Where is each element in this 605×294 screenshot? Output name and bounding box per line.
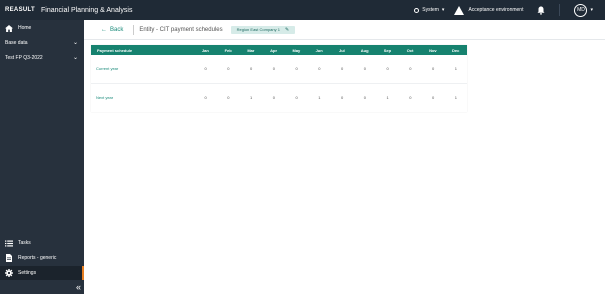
page-title: Entity - CIT payment schedules: [139, 26, 223, 33]
caret-down-icon: ▾: [441, 7, 445, 13]
cell-value[interactable]: 0: [353, 83, 376, 111]
page-header: ← Back Entity - CIT payment schedules Re…: [84, 20, 605, 40]
column-header-jun: Jun: [315, 47, 323, 53]
cell-value[interactable]: 0: [240, 55, 263, 83]
column-header-apr: Apr: [270, 47, 278, 53]
cell-value[interactable]: 0: [285, 55, 308, 83]
column-header-may: May: [292, 47, 301, 53]
column-header-aug: Aug: [360, 47, 369, 53]
chevron-down-icon: ⌄: [72, 55, 78, 61]
column-header-dec: Dec: [451, 47, 460, 53]
row-label-next-year[interactable]: Next year: [91, 83, 194, 111]
chevron-down-icon: ⌄: [72, 40, 78, 46]
column-header-sep: Sep: [383, 47, 392, 53]
cell-value[interactable]: 0: [331, 83, 354, 111]
bell-icon: [537, 6, 545, 15]
cell-value[interactable]: 0: [422, 83, 445, 111]
sidebar-item-test-fp-q3-2022[interactable]: Test FP Q3-2022 ⌄: [0, 51, 84, 65]
cell-value[interactable]: 0: [399, 55, 422, 83]
cell-value[interactable]: 0: [217, 83, 240, 111]
sidebar-item-settings[interactable]: Settings: [0, 266, 84, 280]
column-header-jan: Jan: [201, 47, 209, 53]
back-button[interactable]: ← Back: [101, 27, 123, 33]
column-header-feb: Feb: [224, 47, 232, 53]
cell-value[interactable]: 1: [444, 83, 467, 111]
column-header-jul: Jul: [338, 47, 345, 53]
table-row: Current year 0 0 0 0 0 0 0 0 0 0 0 1: [91, 55, 467, 83]
sidebar-item-label: Settings: [18, 270, 37, 276]
list-icon: [5, 239, 13, 247]
app-title: Financial Planning & Analysis: [41, 6, 133, 14]
home-icon: [5, 24, 13, 32]
collapse-sidebar-button[interactable]: «: [76, 282, 81, 292]
column-header-mar: Mar: [247, 47, 255, 53]
caret-down-icon[interactable]: ▾: [590, 7, 593, 13]
table-row: Next year 0 0 1 0 0 1 0 0 1 0 0 1: [91, 83, 467, 111]
divider: [559, 4, 561, 16]
row-label-current-year[interactable]: Current year: [91, 55, 194, 83]
sidebar-item-label: Test FP Q3-2022: [5, 55, 43, 61]
cell-value[interactable]: 0: [331, 55, 354, 83]
table-header-row: Payment schedule Jan Feb Mar Apr May Jun…: [91, 45, 467, 55]
top-right-controls: System ▾ Acceptance environment MD ▾: [414, 0, 605, 20]
cell-value[interactable]: 0: [422, 55, 445, 83]
cell-value[interactable]: 1: [376, 83, 399, 111]
cell-value[interactable]: 1: [444, 55, 467, 83]
back-label: Back: [110, 26, 124, 33]
entity-label: Region East Company 1: [236, 27, 280, 32]
avatar[interactable]: MD: [574, 3, 588, 17]
sidebar-item-tasks[interactable]: Tasks: [0, 236, 84, 250]
environment-indicator: Acceptance environment: [454, 5, 524, 15]
cell-value[interactable]: 0: [262, 83, 285, 111]
cell-value[interactable]: 1: [240, 83, 263, 111]
document-icon: [5, 254, 13, 262]
sidebar-item-label: Home: [18, 25, 32, 31]
cell-value[interactable]: 0: [376, 55, 399, 83]
sidebar-item-label: Reports - generic: [18, 255, 57, 261]
cell-value[interactable]: 0: [353, 55, 376, 83]
cell-value[interactable]: 0: [262, 55, 285, 83]
column-header-oct: Oct: [406, 47, 414, 53]
cell-value[interactable]: 0: [399, 83, 422, 111]
system-label: System: [422, 7, 439, 13]
top-bar: REASULT Financial Planning & Analysis Sy…: [0, 0, 605, 20]
sidebar: Home Base data ⌄ Test FP Q3-2022 ⌄ Tasks…: [0, 20, 84, 294]
system-menu[interactable]: System ▾: [414, 7, 444, 13]
warning-icon: [454, 5, 465, 15]
sidebar-item-home[interactable]: Home: [0, 21, 84, 35]
sidebar-item-base-data[interactable]: Base data ⌄: [0, 36, 84, 50]
notifications-button[interactable]: [537, 6, 545, 15]
sidebar-item-reports-generic[interactable]: Reports - generic: [0, 251, 84, 265]
environment-label: Acceptance environment: [468, 7, 524, 13]
entity-selector[interactable]: Region East Company 1 ✎: [230, 25, 296, 34]
gear-icon: [414, 7, 420, 13]
cell-value[interactable]: 0: [217, 55, 240, 83]
cell-value[interactable]: 1: [308, 83, 331, 111]
cell-value[interactable]: 0: [308, 55, 331, 83]
column-header-nov: Nov: [429, 47, 437, 53]
sidebar-item-label: Base data: [5, 40, 28, 46]
pencil-icon: ✎: [284, 26, 290, 33]
cell-value[interactable]: 0: [194, 83, 217, 111]
column-header-payment-schedule: Payment schedule: [97, 47, 133, 53]
cell-value[interactable]: 0: [285, 83, 308, 111]
arrow-left-icon: ←: [101, 26, 107, 33]
cell-value[interactable]: 0: [194, 55, 217, 83]
payment-schedule-table: Payment schedule Jan Feb Mar Apr May Jun…: [91, 45, 467, 112]
sidebar-item-label: Tasks: [18, 240, 31, 246]
gear-icon: [5, 269, 13, 277]
divider: [133, 24, 135, 35]
brand-logo[interactable]: REASULT: [5, 7, 35, 13]
